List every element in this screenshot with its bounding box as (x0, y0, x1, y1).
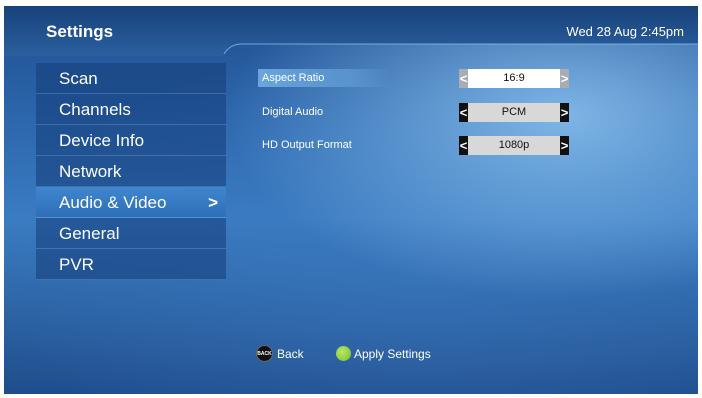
hd-output-format-selector[interactable]: < 1080p > (459, 136, 569, 155)
sidebar-item-label: PVR (59, 255, 94, 274)
back-label: Back (277, 346, 304, 361)
digital-audio-value: PCM (468, 103, 560, 122)
aspect-ratio-value: 16:9 (468, 69, 560, 88)
sidebar-item-channels[interactable]: Channels (36, 94, 226, 125)
sidebar-item-network[interactable]: Network (36, 156, 226, 187)
header-bar: Settings Wed 28 Aug 2:45pm (4, 6, 698, 56)
settings-screen: Settings Wed 28 Aug 2:45pm Scan Channels… (4, 6, 698, 394)
digital-audio-selector[interactable]: < PCM > (459, 103, 569, 122)
sidebar-item-label: General (59, 224, 120, 243)
hd-output-format-value: 1080p (468, 136, 560, 155)
aspect-ratio-selector[interactable]: < 16:9 > (459, 69, 569, 88)
settings-sidebar: Scan Channels Device Info Network Audio … (36, 63, 226, 280)
sidebar-item-general[interactable]: General (36, 218, 226, 249)
back-button[interactable]: BACK Back (256, 344, 304, 363)
chevron-right-icon[interactable]: > (560, 136, 569, 155)
sidebar-item-label: Scan (59, 69, 98, 88)
sidebar-item-label: Channels (59, 100, 131, 119)
chevron-right-icon[interactable]: > (560, 103, 569, 122)
chevron-right-icon: > (208, 193, 218, 212)
page-title: Settings (46, 22, 114, 41)
setting-label-digital-audio[interactable]: Digital Audio (258, 103, 323, 121)
apply-settings-button[interactable]: Apply Settings (336, 344, 431, 362)
back-button-icon: BACK (256, 345, 273, 363)
chevron-left-icon[interactable]: < (459, 69, 468, 88)
chevron-left-icon[interactable]: < (459, 136, 468, 155)
sidebar-item-label: Device Info (59, 131, 145, 150)
chevron-right-icon[interactable]: > (560, 69, 569, 88)
green-button-icon (336, 346, 351, 362)
sidebar-item-device-info[interactable]: Device Info (36, 125, 226, 156)
apply-settings-label: Apply Settings (354, 346, 431, 361)
setting-label-aspect-ratio[interactable]: Aspect Ratio (258, 69, 390, 87)
clock-datetime: Wed 28 Aug 2:45pm (566, 24, 684, 39)
sidebar-item-label: Audio & Video (59, 193, 167, 212)
sidebar-item-label: Network (59, 162, 122, 181)
chevron-left-icon[interactable]: < (459, 103, 468, 122)
sidebar-item-scan[interactable]: Scan (36, 63, 226, 94)
setting-label-hd-output-format[interactable]: HD Output Format (258, 136, 352, 154)
sidebar-item-audio-video[interactable]: Audio & Video > (36, 187, 226, 218)
sidebar-item-pvr[interactable]: PVR (36, 249, 226, 280)
